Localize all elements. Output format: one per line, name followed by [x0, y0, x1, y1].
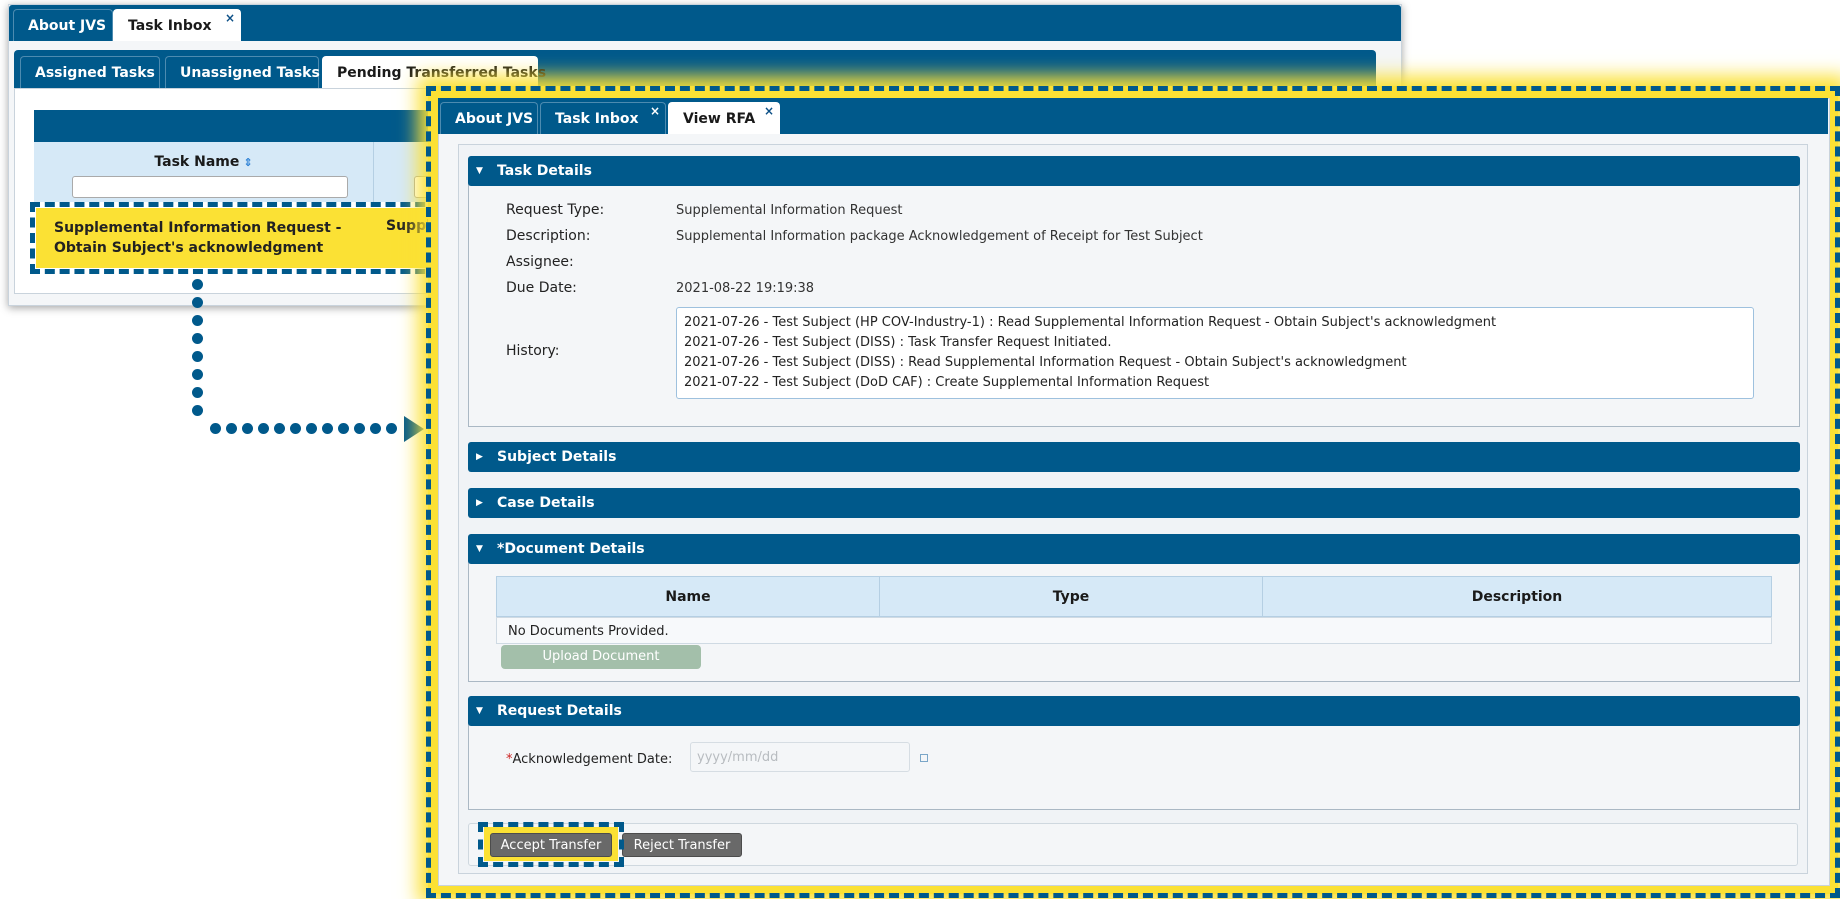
bg-task-subtabbar: Assigned Tasks Unassigned Tasks Pending …: [14, 50, 1376, 88]
connector-dot: [274, 423, 285, 434]
connector-dot: [370, 423, 381, 434]
tab-label: Assigned Tasks: [35, 65, 155, 81]
column-header-task-name[interactable]: Task Name ⇕: [34, 142, 374, 202]
connector-dot: [322, 423, 333, 434]
connector-dot: [210, 423, 221, 434]
connector-dot: [192, 315, 203, 326]
connector-dot: [192, 333, 203, 344]
connector-dot: [338, 423, 349, 434]
task-name-filter-input[interactable]: [72, 176, 348, 198]
connector-dot: [226, 423, 237, 434]
connector-dot: [242, 423, 253, 434]
sort-icon[interactable]: ⇕: [243, 156, 252, 169]
connector-dot: [306, 423, 317, 434]
tab-unassigned-tasks[interactable]: Unassigned Tasks: [165, 56, 320, 88]
tab-label: About JVS: [28, 18, 107, 34]
tab-label: Unassigned Tasks: [180, 65, 320, 81]
tab-about-jvs[interactable]: About JVS: [13, 9, 113, 41]
tab-label: Task Inbox: [128, 18, 212, 34]
tab-task-inbox[interactable]: Task Inbox ×: [113, 9, 241, 41]
connector-dot: [192, 279, 203, 290]
connector-dot: [192, 387, 203, 398]
tab-assigned-tasks[interactable]: Assigned Tasks: [20, 56, 160, 88]
connector-dot: [258, 423, 269, 434]
tab-pending-transferred-tasks[interactable]: Pending Transferred Tasks: [322, 56, 546, 88]
tab-label: Pending Transferred Tasks: [337, 65, 547, 81]
arrow-head-icon: [404, 416, 424, 442]
connector-dot: [192, 297, 203, 308]
row-highlight-box: [30, 202, 440, 274]
column-title: Task Name: [154, 154, 240, 170]
connector-dot: [192, 369, 203, 380]
close-icon[interactable]: ×: [225, 2, 235, 34]
bg-main-tabbar: About JVS Task Inbox ×: [9, 5, 1401, 41]
connector-dot: [354, 423, 365, 434]
connector-dot: [386, 423, 397, 434]
connector-dot: [192, 405, 203, 416]
foreground-highlight-box: [426, 86, 1840, 898]
connector-dot: [290, 423, 301, 434]
connector-dot: [192, 351, 203, 362]
